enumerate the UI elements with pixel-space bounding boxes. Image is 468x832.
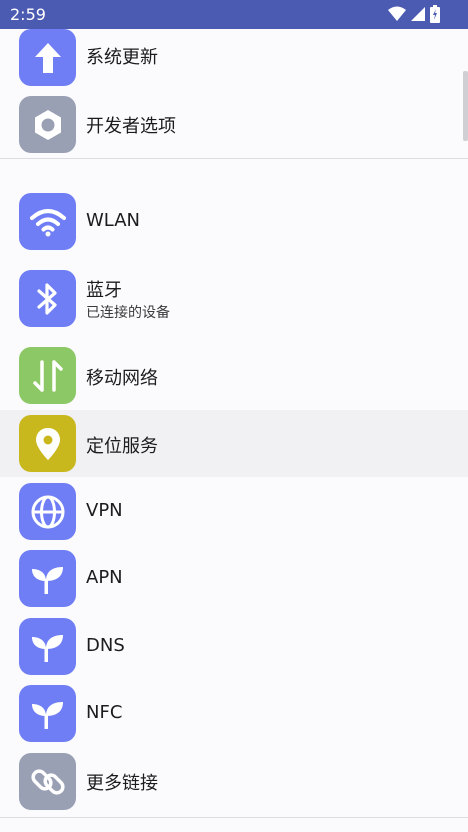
item-sublabel: 已连接的设备 [86, 305, 170, 321]
sprout-icon [19, 685, 76, 742]
list-item-wlan[interactable]: WLAN [0, 188, 468, 255]
item-label: 移动网络 [86, 368, 158, 389]
battery-charging-icon [430, 5, 440, 23]
link-icon [19, 753, 76, 810]
cellular-signal-icon [410, 6, 426, 22]
item-label: DNS [86, 635, 125, 656]
item-label: 开发者选项 [86, 116, 176, 137]
list-item-dns[interactable]: DNS [0, 613, 468, 680]
list-item-mobile-network[interactable]: 移动网络 [0, 342, 468, 409]
bottom-divider [0, 817, 468, 818]
globe-icon [19, 483, 76, 540]
item-label: NFC [86, 702, 123, 723]
item-label: 更多链接 [86, 773, 158, 794]
item-label: 定位服务 [86, 436, 158, 457]
sprout-icon [19, 618, 76, 675]
location-pin-icon [19, 415, 76, 472]
hexagon-gear-icon [19, 96, 76, 153]
status-time: 2:59 [10, 5, 46, 24]
list-item-nfc[interactable]: NFC [0, 680, 468, 747]
list-item-vpn[interactable]: VPN [0, 478, 468, 545]
sprout-icon [19, 550, 76, 607]
list-item-more-links[interactable]: 更多链接 [0, 748, 468, 815]
item-label: 蓝牙 [86, 280, 122, 301]
item-label: 系统更新 [86, 47, 158, 68]
bluetooth-icon [19, 270, 76, 327]
list-item-system-update[interactable]: 系统更新 [0, 24, 468, 91]
list-item-location[interactable]: 定位服务 [0, 410, 468, 477]
item-label: APN [86, 567, 123, 588]
item-label: VPN [86, 500, 123, 521]
list-item-bluetooth[interactable]: 蓝牙 已连接的设备 [0, 265, 468, 332]
wifi-signal-icon [388, 6, 406, 22]
scrollbar[interactable] [463, 71, 468, 141]
list-item-apn[interactable]: APN [0, 545, 468, 612]
wifi-icon [19, 193, 76, 250]
list-item-developer-options[interactable]: 开发者选项 [0, 91, 468, 158]
mobile-data-icon [19, 347, 76, 404]
section-divider [0, 158, 468, 159]
arrow-up-icon [19, 29, 76, 86]
item-label: WLAN [86, 210, 141, 231]
